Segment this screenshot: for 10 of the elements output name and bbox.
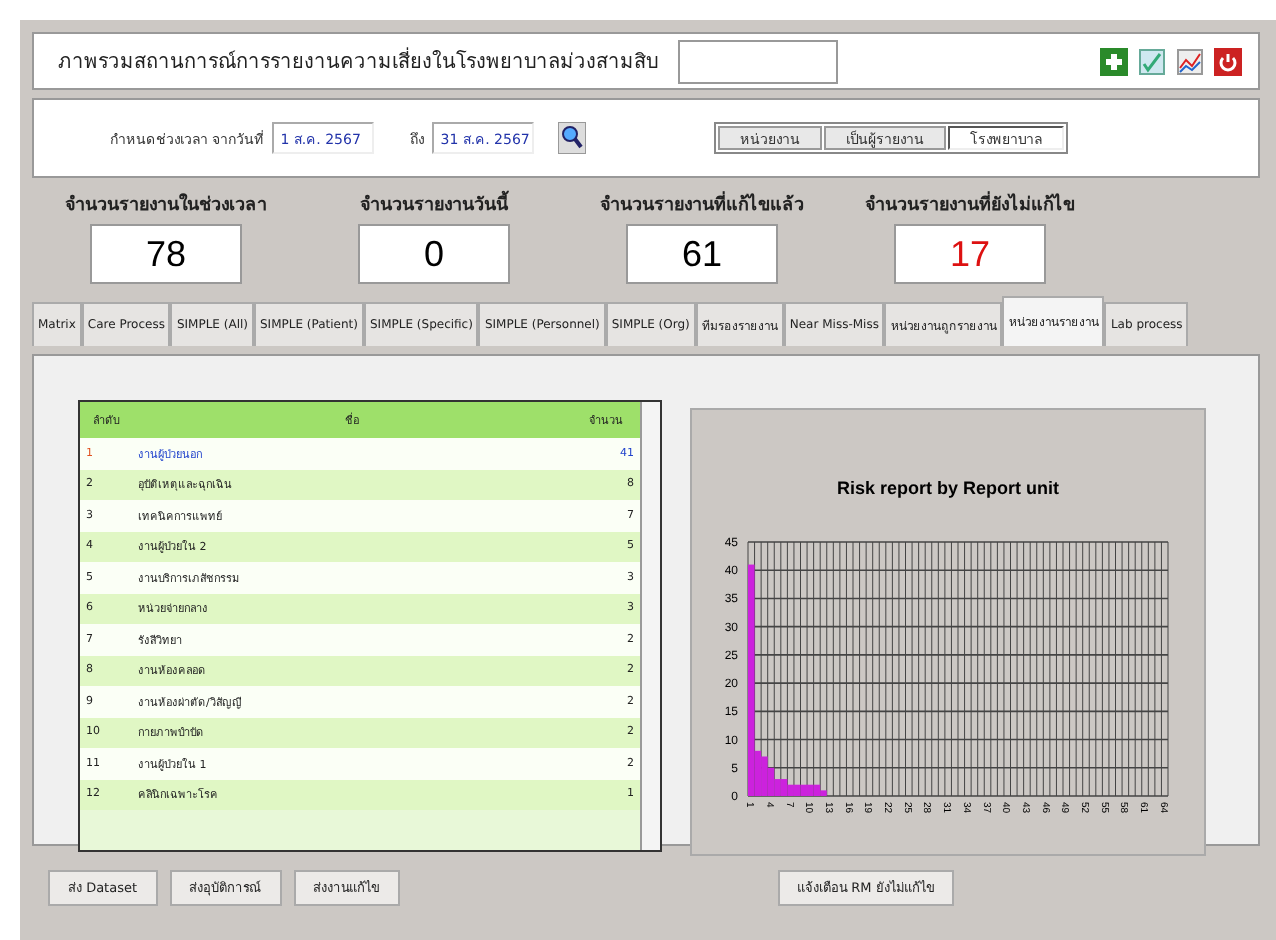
stat-value: 78 [90, 224, 242, 284]
stat-label: จำนวนรายงานที่แก้ไขแล้ว [600, 190, 804, 218]
stat-label: จำนวนรายงานที่ยังไม่แก้ไข [865, 190, 1075, 218]
stat-label: จำนวนรายงานในช่วงเวลา [65, 191, 267, 218]
stat-value: 61 [626, 224, 778, 284]
stat-value: 0 [358, 224, 510, 284]
window-title: ภาพรวมสถานการณ์การรายงานความเสี่ยงในโรงพยาบาลม่วงสามสิบ [58, 46, 658, 76]
chart-title: Risk report by Report unit [837, 478, 1059, 498]
stat-label: จำนวนรายงานวันนี้ [360, 190, 508, 218]
stat-value: 17 [894, 224, 1046, 284]
